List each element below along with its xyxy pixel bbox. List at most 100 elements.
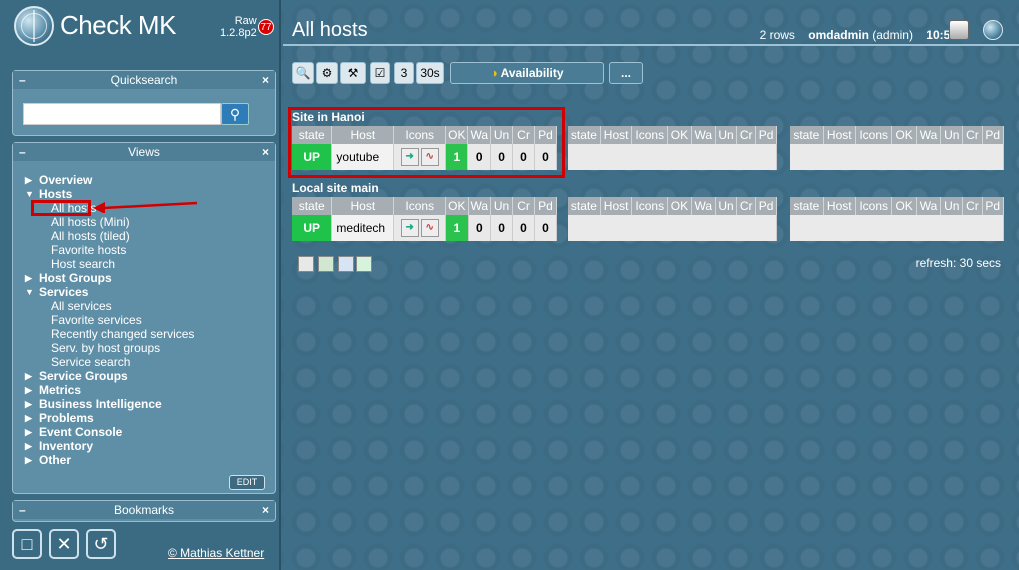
unknown-count[interactable]: 0 — [490, 215, 514, 241]
reload-icon[interactable] — [318, 256, 334, 272]
col-header[interactable]: state — [292, 197, 333, 215]
col-header[interactable]: Cr — [512, 126, 535, 144]
minimize-icon[interactable]: – — [19, 71, 26, 89]
views-group-overview[interactable]: ▶ Overview — [25, 173, 194, 187]
copyright-link[interactable]: © Mathias Kettner — [168, 546, 264, 560]
expand-triangle-icon[interactable]: ▶ — [25, 383, 32, 397]
expand-triangle-icon[interactable]: ▶ — [25, 453, 32, 467]
edit-views-button[interactable]: EDIT — [229, 475, 265, 490]
user-role: (admin) — [872, 28, 913, 42]
views-group-service-groups[interactable]: ▶ Service Groups — [25, 369, 194, 383]
expand-triangle-icon[interactable]: ▶ — [25, 439, 32, 453]
quicksearch-input[interactable] — [23, 103, 221, 125]
col-header[interactable]: OK — [445, 126, 469, 144]
expand-triangle-icon[interactable]: ▶ — [25, 271, 32, 285]
view-link-all-hosts-tiled[interactable]: All hosts (tiled) — [25, 229, 194, 243]
views-group-event-console[interactable]: ▶ Event Console — [25, 425, 194, 439]
view-link-host-search[interactable]: Host search — [25, 257, 194, 271]
view-link-all-hosts-mini[interactable]: All hosts (Mini) — [25, 215, 194, 229]
warn-count[interactable]: 0 — [468, 215, 492, 241]
col-header[interactable]: state — [292, 126, 333, 144]
col-header[interactable]: Pd — [534, 197, 557, 215]
col-header[interactable]: Icons — [393, 197, 447, 215]
views-group-hosts[interactable]: ▼ Hosts — [25, 187, 194, 201]
page-icon[interactable] — [949, 20, 969, 40]
export-icon[interactable] — [338, 256, 354, 272]
col-header[interactable]: Wa — [467, 126, 492, 144]
more-button[interactable]: ... — [609, 62, 643, 84]
col-header[interactable]: Pd — [534, 126, 558, 144]
highlight-box — [31, 200, 91, 216]
minimize-icon[interactable]: – — [19, 143, 26, 161]
ok-count[interactable]: 1 — [445, 144, 469, 170]
close-icon[interactable]: × — [262, 143, 269, 161]
action-menu-icon[interactable]: ➜ — [400, 148, 419, 166]
filter-button[interactable]: 🔍 — [292, 62, 314, 84]
col-header[interactable]: Wa — [468, 197, 492, 215]
minimize-icon[interactable]: – — [19, 501, 26, 519]
col-header[interactable]: Un — [490, 126, 514, 144]
view-link-serv-by-host-groups[interactable]: Serv. by host groups — [25, 341, 194, 355]
display-options-button[interactable]: ⚙ — [316, 62, 338, 84]
host-link[interactable]: youtube — [331, 144, 395, 170]
werk-badge[interactable]: 77 — [258, 19, 274, 35]
col-header[interactable]: OK — [445, 197, 469, 215]
views-group-problems[interactable]: ▶ Problems — [25, 411, 194, 425]
collapse-triangle-icon[interactable]: ▼ — [25, 285, 34, 299]
views-header[interactable]: – Views × — [13, 143, 275, 161]
views-group-inventory[interactable]: ▶ Inventory — [25, 439, 194, 453]
expand-triangle-icon[interactable]: ▶ — [25, 425, 32, 439]
host-link[interactable]: meditech — [331, 215, 395, 241]
logo[interactable]: Check MK Raw 1.2.8p2 77 — [0, 0, 281, 48]
col-header[interactable]: Un — [490, 197, 514, 215]
graph-icon[interactable]: ∿ — [420, 219, 439, 237]
views-group-metrics[interactable]: ▶ Metrics — [25, 383, 194, 397]
col-header[interactable]: Host — [331, 197, 395, 215]
add-snapin-button[interactable]: □ — [12, 529, 42, 559]
expand-triangle-icon[interactable]: ▶ — [25, 411, 32, 425]
expand-triangle-icon[interactable]: ▶ — [25, 369, 32, 383]
crit-count[interactable]: 0 — [512, 215, 535, 241]
expand-triangle-icon[interactable]: ▶ — [25, 173, 32, 187]
warn-count[interactable]: 0 — [467, 144, 492, 170]
view-link-service-search[interactable]: Service search — [25, 355, 194, 369]
unknown-count[interactable]: 0 — [490, 144, 514, 170]
bookmarks-title: Bookmarks — [113, 503, 175, 517]
export-csv-icon[interactable] — [356, 256, 372, 272]
pending-count[interactable]: 0 — [534, 144, 558, 170]
col-header[interactable]: Cr — [512, 197, 535, 215]
col-header[interactable]: Icons — [393, 126, 447, 144]
commands-button[interactable]: ⚒ — [340, 62, 366, 84]
crit-count[interactable]: 0 — [512, 144, 535, 170]
col-header[interactable]: Host — [331, 126, 395, 144]
view-link-favorite-hosts[interactable]: Favorite hosts — [25, 243, 194, 257]
views-group-services[interactable]: ▼ Services — [25, 285, 194, 299]
close-icon[interactable]: × — [262, 501, 269, 519]
view-link-recently-changed-services[interactable]: Recently changed services — [25, 327, 194, 341]
availability-button[interactable]: ◑ Availability — [450, 62, 604, 84]
columns-button[interactable]: 3 — [394, 62, 414, 84]
quicksearch-header[interactable]: – Quicksearch × — [13, 71, 275, 89]
logout-button[interactable]: ↺ — [86, 529, 116, 559]
tools-button[interactable]: ✕ — [49, 529, 79, 559]
refresh-interval-button[interactable]: 30s — [416, 62, 444, 84]
search-button[interactable]: ⚲ — [221, 103, 249, 125]
globe-icon[interactable] — [983, 20, 1003, 40]
action-menu-icon[interactable]: ➜ — [400, 219, 419, 237]
ok-count[interactable]: 1 — [445, 215, 469, 241]
bookmarks-header[interactable]: – Bookmarks × — [13, 501, 275, 519]
views-group-host-groups[interactable]: ▶ Host Groups — [25, 271, 194, 285]
checkbox-button[interactable]: ☑ — [370, 62, 390, 84]
view-link-all-services[interactable]: All services — [25, 299, 194, 313]
graph-icon[interactable]: ∿ — [420, 148, 439, 166]
pending-count[interactable]: 0 — [534, 215, 557, 241]
views-group-business-intelligence[interactable]: ▶ Business Intelligence — [25, 397, 194, 411]
collapse-triangle-icon[interactable]: ▼ — [25, 187, 34, 201]
icons-cell: ➜ ∿ — [393, 144, 447, 170]
close-icon[interactable]: × — [262, 71, 269, 89]
state-badge: UP — [292, 144, 333, 170]
view-link-favorite-services[interactable]: Favorite services — [25, 313, 194, 327]
bookmark-add-icon[interactable] — [298, 256, 314, 272]
views-group-other[interactable]: ▶ Other — [25, 453, 194, 467]
expand-triangle-icon[interactable]: ▶ — [25, 397, 32, 411]
